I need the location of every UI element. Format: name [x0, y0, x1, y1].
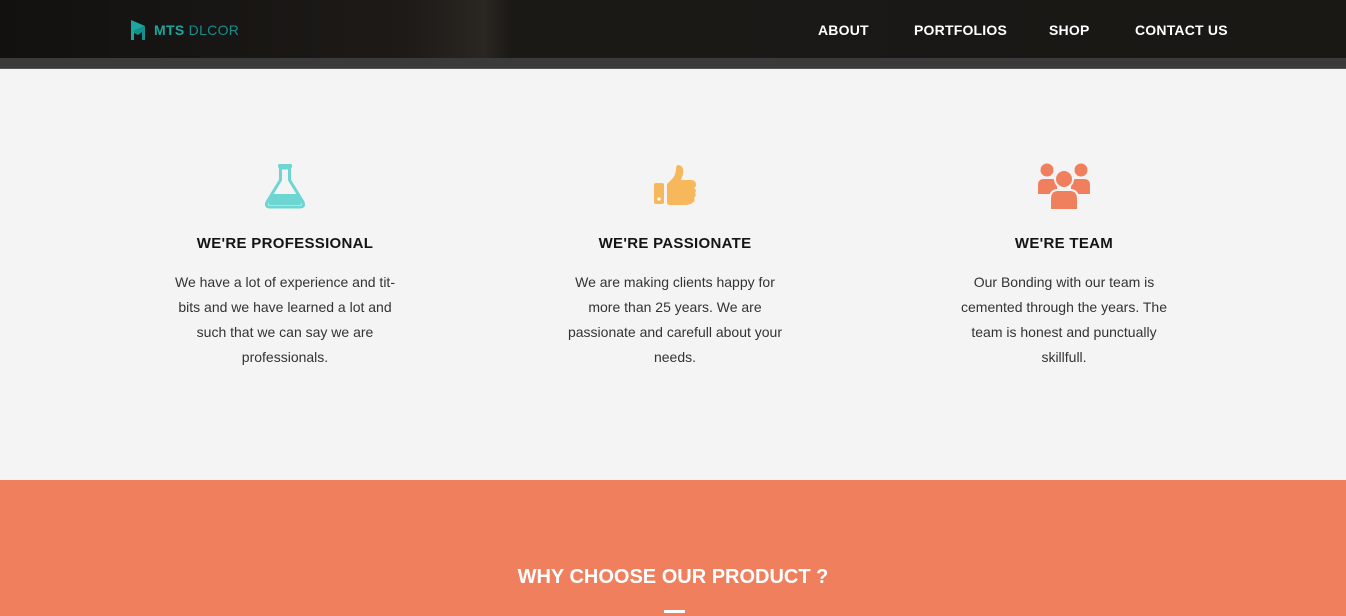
feature-text: Our Bonding with our team is cemented th…: [961, 274, 1167, 365]
nav-contact-us[interactable]: CONTACT US: [1135, 22, 1228, 38]
section-title: WHY CHOOSE OUR PRODUCT ?: [517, 566, 829, 588]
feature-title: WE'RE PROFESSIONAL: [196, 235, 374, 252]
feature-professional: WE'RE PROFESSIONAL We have a lot of expe…: [155, 160, 415, 370]
thumbs-up-icon: [545, 160, 805, 212]
features-section: WE'RE PROFESSIONAL We have a lot of expe…: [0, 70, 1346, 480]
why-choose-section: WHY CHOOSE OUR PRODUCT ?: [0, 480, 1346, 616]
nav-portfolios[interactable]: PORTFOLIOS: [914, 22, 1007, 38]
feature-text: We are making clients happy for more tha…: [567, 274, 783, 365]
team-icon: [934, 160, 1194, 212]
navbar-bottom-strip: [0, 58, 1346, 69]
feature-team: WE'RE TEAM Our Bonding with our team is …: [934, 160, 1194, 370]
title-underline: [664, 610, 685, 613]
nav-about[interactable]: ABOUT: [818, 22, 869, 38]
navbar: MTS DLCOR ABOUT PORTFOLIOS SHOP CONTACT …: [0, 0, 1346, 58]
nav-shop[interactable]: SHOP: [1049, 22, 1089, 38]
flask-icon: [155, 160, 415, 212]
feature-passionate: WE'RE PASSIONATE We are making clients h…: [545, 160, 805, 370]
feature-title: WE'RE TEAM: [1014, 235, 1114, 252]
feature-title: WE'RE PASSIONATE: [598, 235, 752, 252]
feature-text: We have a lot of experience and tit-bits…: [175, 274, 395, 365]
main-menu: ABOUT PORTFOLIOS SHOP CONTACT US: [0, 22, 1346, 40]
